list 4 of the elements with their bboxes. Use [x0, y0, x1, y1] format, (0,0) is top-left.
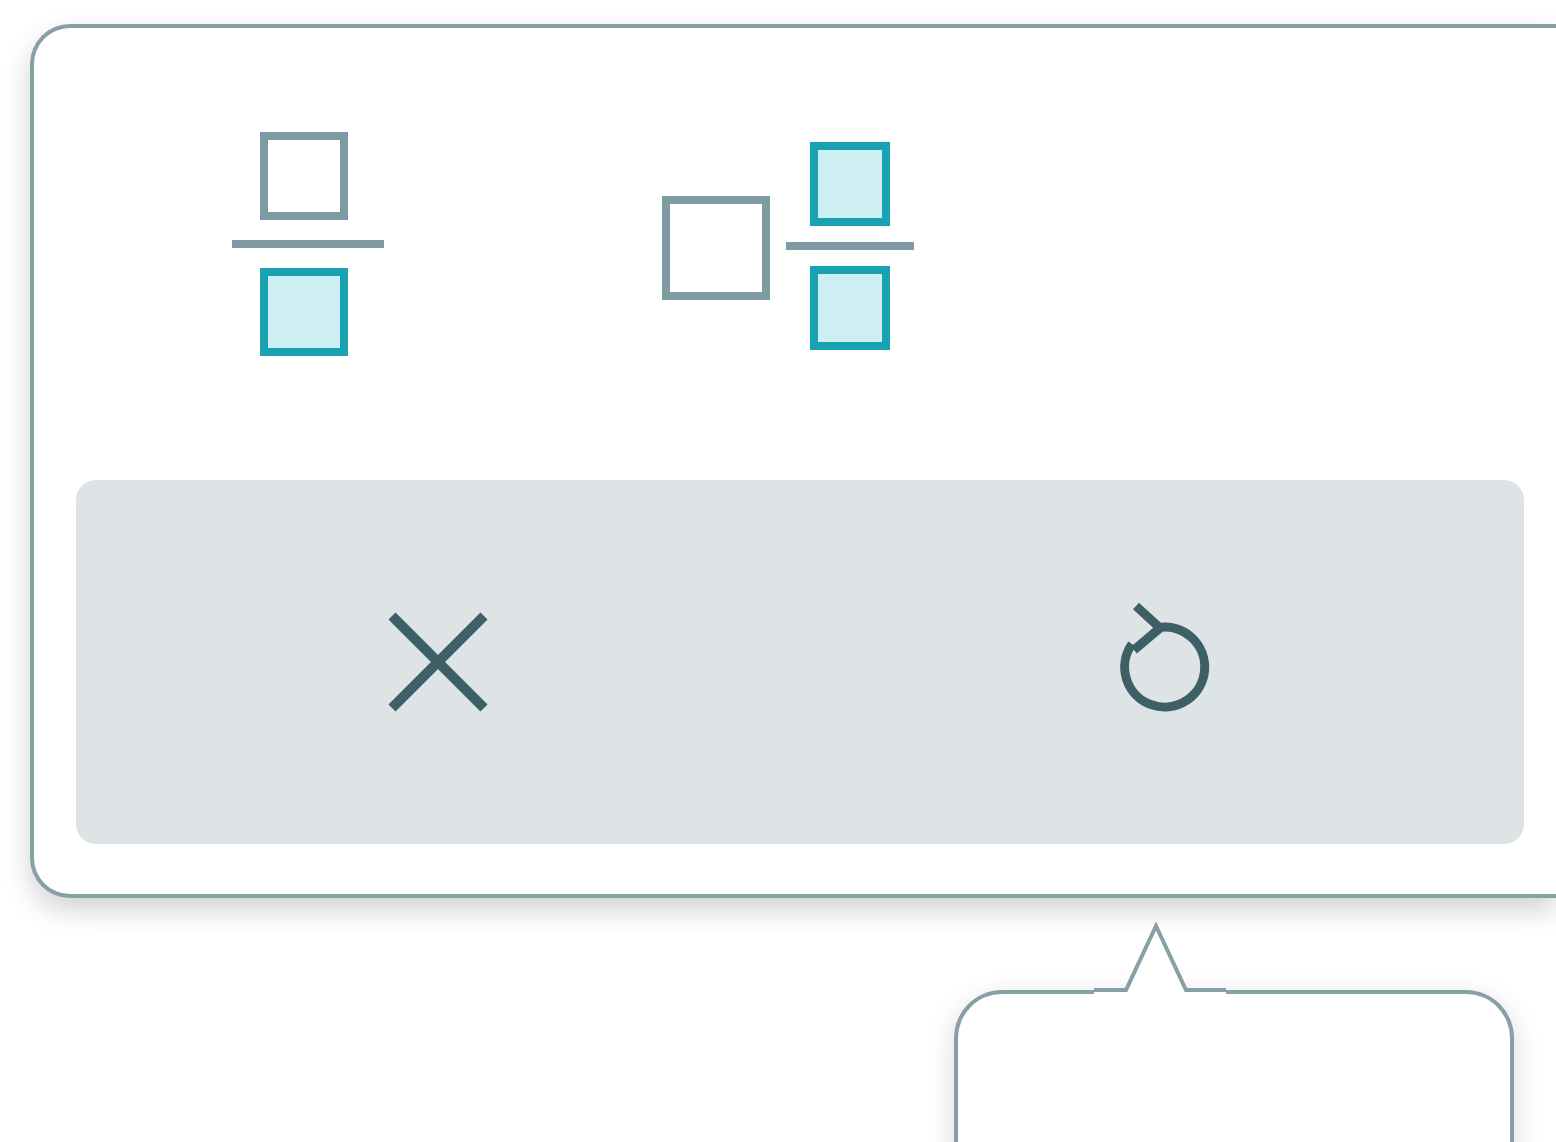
answer-box[interactable]	[954, 990, 1514, 1142]
close-icon	[384, 608, 492, 716]
mixed-number-icon	[662, 142, 918, 354]
pointer-caret	[1094, 922, 1226, 994]
